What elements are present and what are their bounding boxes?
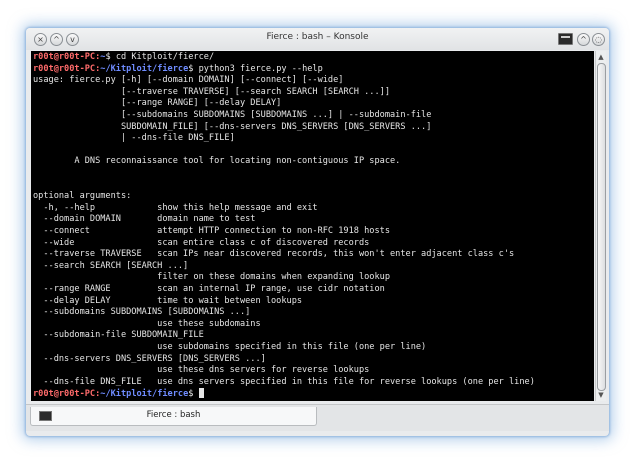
prompt-line: r00t@r00t-PC:~/Kitploit/fierce$ xyxy=(33,388,204,399)
output-line: --search SEARCH [SEARCH ...] xyxy=(33,260,189,271)
output-line: usage: fierce.py [-h] [--domain DOMAIN] … xyxy=(33,75,344,86)
prompt-line: r00t@r00t-PC:~$ cd Kitploit/fierce/ xyxy=(33,52,214,63)
window-menu-button[interactable]: ◌ xyxy=(592,33,605,46)
output-line: --subdomain-file SUBDOMAIN_FILE xyxy=(33,330,204,341)
command-text: $ python3 fierce.py --help xyxy=(188,63,323,74)
tab-bar: Fierce : bash xyxy=(26,404,609,431)
output-line: -h, --help show this help message and ex… xyxy=(33,202,318,213)
prompt-user: r00t@r00t-PC xyxy=(33,63,96,74)
terminal-icon xyxy=(558,33,573,45)
terminal-output[interactable]: r00t@r00t-PC:~$ cd Kitploit/fierce/r00t@… xyxy=(31,51,594,401)
command-text: $ xyxy=(188,389,199,400)
scroll-down-arrow-icon[interactable]: ▼ xyxy=(597,391,605,399)
output-line: [--traverse TRAVERSE] [--search SEARCH [… xyxy=(33,86,390,97)
output-line: --traverse TRAVERSE scan IPs near discov… xyxy=(33,249,515,260)
output-line: --connect attempt HTTP connection to non… xyxy=(33,226,390,236)
output-line: use subdomains specified in this file (o… xyxy=(33,342,427,352)
tab-fierce-bash[interactable]: Fierce : bash xyxy=(30,407,317,426)
prompt-user: r00t@r00t-PC xyxy=(33,389,96,400)
prompt-path: ~/Kitploit/fierce xyxy=(100,63,189,74)
output-line: [--range RANGE] [--delay DELAY] xyxy=(33,98,282,109)
output-line: --range RANGE scan an internal IP range,… xyxy=(33,284,385,294)
output-line: optional arguments: xyxy=(33,191,132,202)
output-line: filter on these domains when expanding l… xyxy=(33,272,390,283)
prompt-line: r00t@r00t-PC:~/Kitploit/fierce$ python3 … xyxy=(33,64,323,75)
keep-above-button[interactable]: ^ xyxy=(577,33,590,46)
output-line: use these dns servers for reverse lookup… xyxy=(33,365,370,376)
output-line: --dns-servers DNS_SERVERS [DNS_SERVERS .… xyxy=(33,353,266,364)
scrollbar-thumb[interactable] xyxy=(597,63,606,391)
terminal-cursor xyxy=(198,388,204,399)
prompt-path: ~/Kitploit/fierce xyxy=(100,389,189,400)
output-line: use these subdomains xyxy=(33,318,261,329)
scroll-up-arrow-icon[interactable]: ▲ xyxy=(597,53,605,61)
terminal-scrollbar[interactable]: ▲ ▼ xyxy=(595,51,606,401)
output-line: SUBDOMAIN_FILE] [--dns-servers DNS_SERVE… xyxy=(33,121,432,132)
output-line: --subdomains SUBDOMAINS [SUBDOMAINS ...] xyxy=(33,307,251,318)
konsole-window: × ^ v Fierce : bash – Konsole ^ ◌ r00t@r… xyxy=(26,28,609,436)
tab-label: Fierce : bash xyxy=(146,410,201,420)
output-line: --wide scan entire class c of discovered… xyxy=(33,237,370,248)
prompt-user: r00t@r00t-PC xyxy=(33,52,96,62)
output-line: [--subdomains SUBDOMAINS [SUBDOMAINS ...… xyxy=(33,110,432,120)
window-title: Fierce : bash – Konsole xyxy=(266,32,369,42)
title-bar[interactable]: × ^ v Fierce : bash – Konsole ^ ◌ xyxy=(26,28,609,50)
output-line: --delay DELAY time to wait between looku… xyxy=(33,295,303,306)
output-line: A DNS reconnaissance tool for locating n… xyxy=(33,156,401,167)
output-line: | --dns-file DNS_FILE] xyxy=(33,133,235,144)
command-text: $ cd Kitploit/fierce/ xyxy=(105,52,215,62)
output-line: --dns-file DNS_FILE use dns servers spec… xyxy=(33,376,535,387)
output-line: --domain DOMAIN domain name to test xyxy=(33,214,256,225)
